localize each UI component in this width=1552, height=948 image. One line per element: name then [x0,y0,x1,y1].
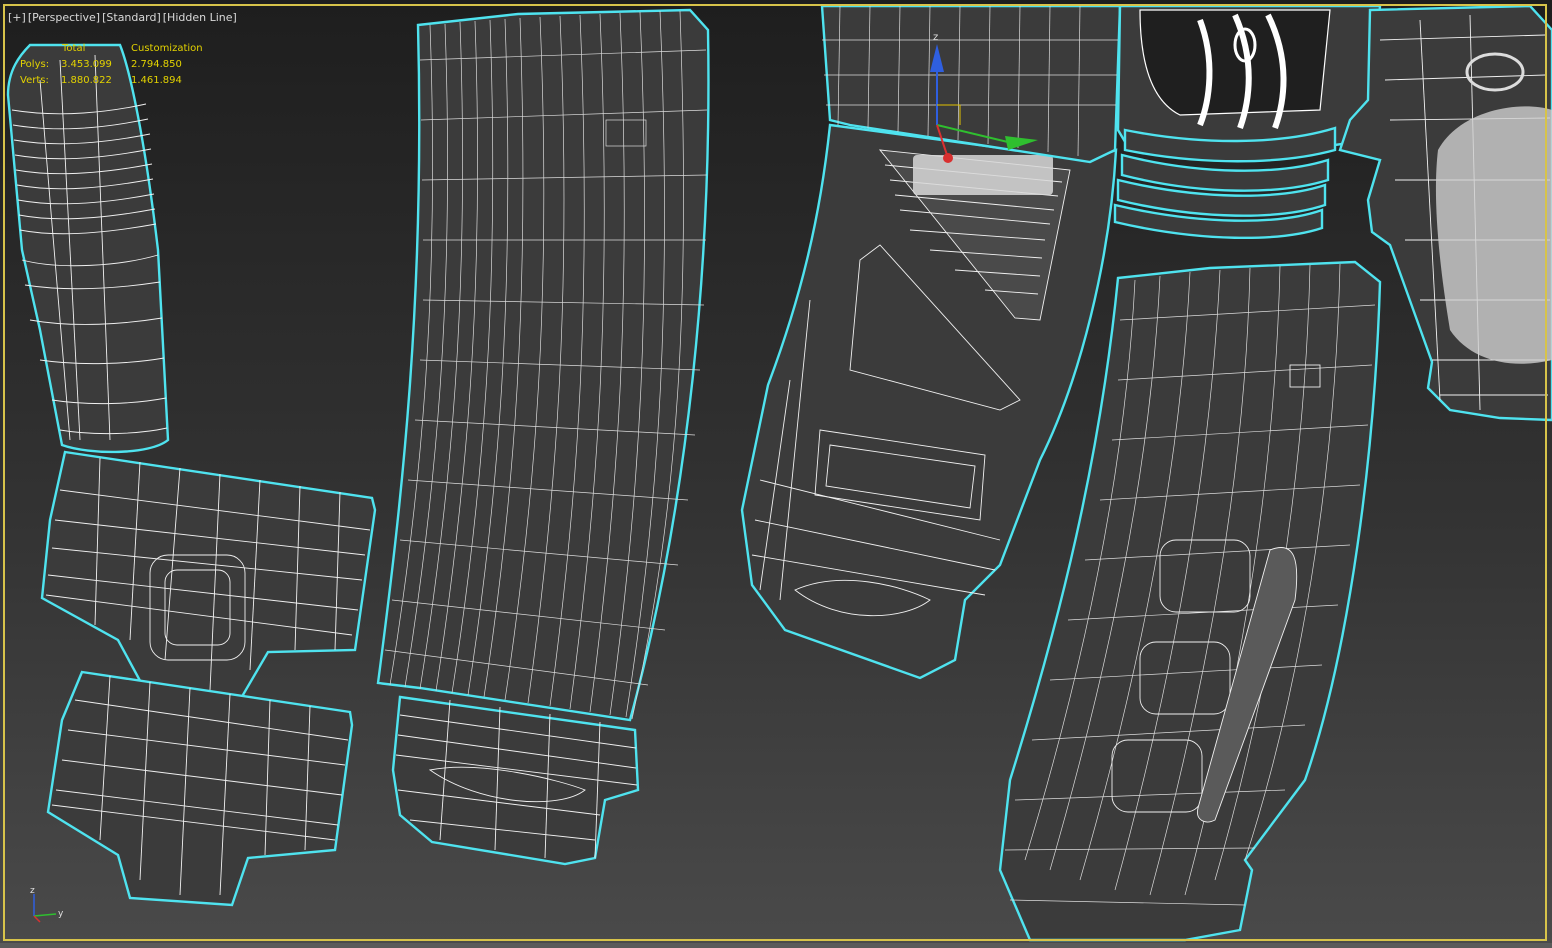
viewport-pov-menu[interactable]: [Perspective] [28,11,100,24]
magwell-mesh[interactable] [740,123,1118,680]
tripod-y-label: y [58,909,64,919]
stats-polys-label: Polys: [20,59,50,70]
trigger-group-mesh[interactable] [1113,4,1382,240]
viewport-shading-menu[interactable]: [Standard] [102,11,161,24]
stats-total-header: Total [62,43,86,54]
viewport-display-menu[interactable]: [Hidden Line] [163,11,237,24]
wireframe-scene[interactable]: z [0,0,1552,948]
viewport-plus-menu[interactable]: [+] [8,11,26,24]
stats-polys-total: 3.453.099 [61,59,112,70]
stats-verts-custom: 1.461.894 [131,75,182,86]
long-magazine-mesh[interactable] [376,8,710,722]
tripod-z-label: z [30,886,35,896]
stats-verts-label: Verts: [20,75,49,86]
left-block-lower-mesh[interactable] [46,670,354,907]
axis-tripod-icon: z y [30,886,64,923]
left-block-upper-mesh[interactable] [40,450,377,702]
left-grip-mesh[interactable] [6,43,170,454]
viewport-perspective[interactable]: z [+] [Perspective] [Standard] [Hidden L… [0,0,1552,948]
stats-polys-custom: 2.794.850 [131,59,182,70]
viewport-bottom-edge [0,943,1552,948]
gizmo-z-label: z [933,32,938,43]
stats-verts-total: 1.880.822 [61,75,112,86]
stats-custom-header: Customization [131,43,203,54]
long-magazine-baseplate-mesh[interactable] [391,695,640,866]
viewport-label-menu[interactable]: [+] [Perspective] [Standard] [Hidden Lin… [8,11,237,24]
